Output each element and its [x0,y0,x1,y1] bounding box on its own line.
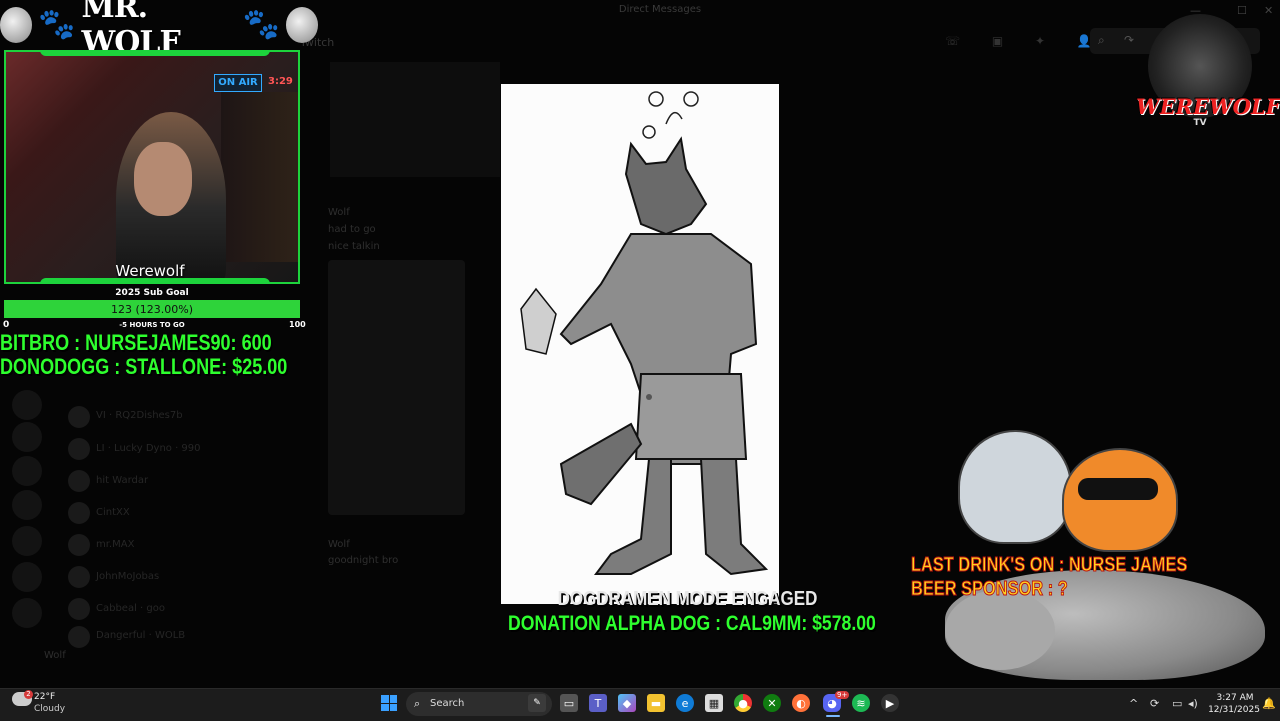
dm-avatar [68,566,90,588]
task-view-icon[interactable]: ▭ [560,694,578,712]
wolf-drawing-svg [520,91,769,576]
webcam-face [134,142,192,216]
dm-avatar [68,406,90,428]
server-icon[interactable] [12,490,42,520]
copilot-icon[interactable]: ◆ [618,694,636,712]
window-title-text: Direct Messages [618,4,702,15]
footer-username: Wolf [44,650,66,661]
sub-goal-label: 2025 Sub Goal [115,288,189,298]
taskbar [0,688,1280,721]
edge-icon[interactable]: e [676,694,694,712]
server-icon[interactable] [12,456,42,486]
message-embed-image[interactable] [330,62,500,177]
webcam-feed: ON AIR 3:29 [4,50,300,284]
taskbar-search-label[interactable]: Search [430,698,464,709]
webcam-frame-top [40,50,270,56]
active-app-indicator [826,715,840,717]
webcam-clock: 3:29 [268,76,293,87]
moon-icon [0,7,33,43]
store-icon[interactable]: ▦ [705,694,723,712]
beer-sponsor-text: BEER SPONSOR : ? [911,578,1069,601]
close-window-icon[interactable]: ✕ [1264,4,1273,17]
dm-channel-item[interactable]: Dangerful · WOLB [96,630,185,641]
dm-avatar [68,438,90,460]
werewolf-logo-text: WEREWOLF [1136,94,1280,119]
dm-avatar [68,470,90,492]
discord-badge: 9+ [835,691,850,699]
server-icon[interactable] [12,598,42,628]
dm-channel-item[interactable]: JohnMoJobas [96,571,159,582]
notification-icon[interactable]: 🔔 [1262,697,1276,710]
dm-channel-item[interactable]: hit Wardar [96,475,148,486]
message-attachment-image[interactable] [328,260,465,515]
dm-channel-item[interactable]: mr.MAX [96,539,134,550]
donodogg-text: DONODOGG : STALLONE: $25.00 [0,354,288,379]
weather-temp[interactable]: 22°F [34,692,55,702]
server-icon[interactable] [12,422,42,452]
spotify-icon[interactable]: ≋ [852,694,870,712]
sunglasses-icon [1078,478,1158,500]
clock-time[interactable]: 3:27 AM [1212,693,1258,703]
dm-channel-item[interactable]: VI · RQ2Dishes7b [96,410,183,421]
message-author: Wolf [328,539,350,550]
zoom-icon[interactable]: ⌕ [1098,33,1105,48]
forward-icon[interactable]: ↷ [1124,33,1134,47]
orange-cat-image [1062,448,1178,552]
maximize-icon[interactable]: ☐ [1237,4,1247,17]
firefox-icon[interactable]: ◐ [792,694,810,712]
grey-cat-image [958,430,1072,544]
wolf-drawing-image[interactable] [501,84,779,604]
tray-overflow-icon[interactable]: ^ [1129,697,1138,710]
webcam-shelf [221,92,298,262]
server-icon[interactable] [12,390,42,420]
dm-avatar [68,626,90,648]
dm-avatar [68,598,90,620]
start-button-icon[interactable] [381,695,397,711]
clock-date[interactable]: 12/31/2025 [1206,705,1262,715]
overlay-header: 🐾 MR. WOLF 🐾 [0,0,318,60]
search-icon: ⌕ [414,697,421,710]
mode-engaged-text: DOGDRAMEN MODE ENGAGED [557,588,818,610]
dm-channel-item[interactable]: CintXX [96,507,130,518]
file-explorer-icon[interactable]: ▬ [647,694,665,712]
media-player-icon[interactable]: ▶ [881,694,899,712]
werewolf-logo-sub: TV [1193,118,1207,128]
resting-wolf-head [945,590,1055,670]
paw-icon: 🐾 [242,7,280,42]
on-air-sign: ON AIR [214,74,262,92]
volume-icon[interactable]: ◂) [1188,697,1198,710]
chrome-icon[interactable]: ● [734,694,752,712]
weather-badge: 2 [24,690,33,699]
last-drink-text: LAST DRINK'S ON : NURSE JAMES [911,554,1188,577]
sub-goal-value: 123 (123.00%) [110,303,194,316]
window-title: Direct Messages [560,4,760,15]
sync-icon[interactable]: ⟳ [1150,697,1159,710]
paw-icon: 🐾 [38,7,76,42]
server-icon[interactable] [12,526,42,556]
donation-alpha-text: DONATION ALPHA DOG : CAL9MM: $578.00 [508,612,876,635]
dm-toolbar-icons[interactable]: ☏ ▣ ✦ 👤 [945,34,1106,48]
network-icon[interactable]: ▭ [1172,697,1182,710]
message-text: goodnight bro [328,555,399,566]
message-text: nice talkin [328,241,380,252]
dm-avatar [68,534,90,556]
moon-icon [285,7,318,43]
teams-icon[interactable]: T [589,694,607,712]
sub-goal-max: 100 [289,320,306,329]
dm-channel-item[interactable]: Cabbeal · goo [96,603,165,614]
dm-channel-item[interactable]: LI · Lucky Dyno · 990 [96,443,201,454]
sub-goal-time-left: -5 HOURS TO GO [119,321,185,329]
dm-avatar [68,502,90,524]
weather-desc[interactable]: Cloudy [34,704,65,714]
bitbro-text: BITBRO : NURSEJAMES90: 600 [0,330,272,355]
webcam-name: Werewolf [115,262,185,280]
message-text: had to go [328,224,376,235]
server-icon[interactable] [12,562,42,592]
message-author: Wolf [328,207,350,218]
search-highlight-icon[interactable]: ✎ [528,694,546,712]
xbox-icon[interactable]: ✕ [763,694,781,712]
